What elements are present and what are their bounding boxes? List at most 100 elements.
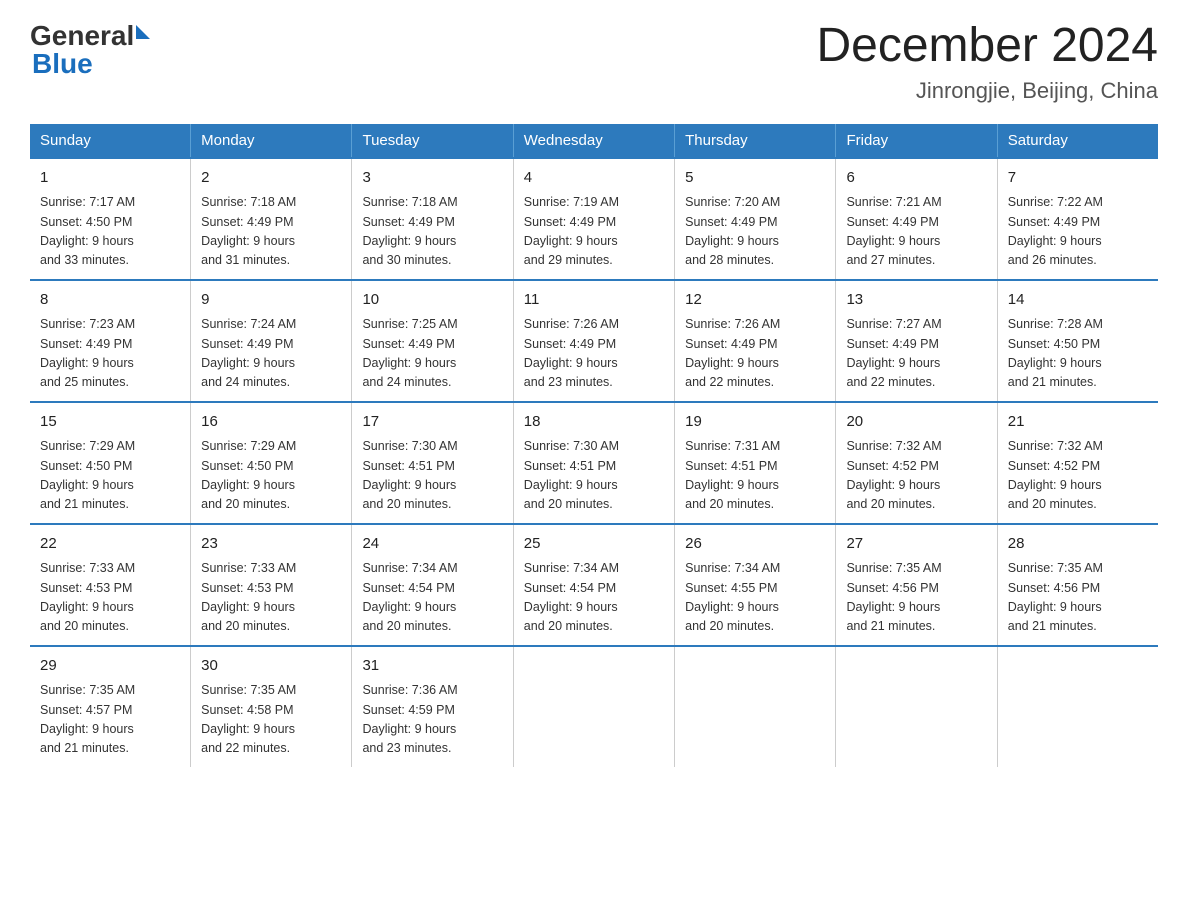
day-info: Sunrise: 7:32 AM Sunset: 4:52 PM Dayligh…	[846, 437, 986, 515]
day-number: 11	[524, 289, 664, 312]
calendar-cell: 2 Sunrise: 7:18 AM Sunset: 4:49 PM Daylig…	[191, 158, 352, 280]
day-number: 21	[1008, 411, 1148, 434]
header-friday: Friday	[836, 124, 997, 158]
calendar-cell: 22Sunrise: 7:33 AM Sunset: 4:53 PM Dayli…	[30, 524, 191, 646]
calendar-cell: 7Sunrise: 7:22 AM Sunset: 4:49 PM Daylig…	[997, 158, 1158, 280]
page-header: General Blue December 2024 Jinrongjie, B…	[30, 20, 1158, 104]
day-info: Sunrise: 7:21 AM Sunset: 4:49 PM Dayligh…	[846, 193, 986, 271]
calendar-cell: 30 Sunrise: 7:35 AM Sunset: 4:58 PM Dayli…	[191, 646, 352, 767]
day-number: 10	[362, 289, 502, 312]
day-number: 31	[362, 655, 502, 678]
day-info: Sunrise: 7:18 AM Sunset: 4:49 PM Dayligh…	[362, 193, 502, 271]
calendar-cell: 27 Sunrise: 7:35 AM Sunset: 4:56 PM Dayli…	[836, 524, 997, 646]
day-number: 18	[524, 411, 664, 434]
day-info: Sunrise: 7:27 AM Sunset: 4:49 PM Dayligh…	[846, 315, 986, 393]
day-number: 6	[846, 167, 986, 190]
day-number: 4	[524, 167, 664, 190]
day-info: Sunrise: 7:20 AM Sunset: 4:49 PM Dayligh…	[685, 193, 825, 271]
day-info: Sunrise: 7:23 AM Sunset: 4:49 PM Dayligh…	[40, 315, 180, 393]
day-number: 9	[201, 289, 341, 312]
title-area: December 2024 Jinrongjie, Beijing, China	[816, 20, 1158, 104]
day-info: Sunrise: 7:33 AM Sunset: 4:53 PM Dayligh…	[40, 559, 180, 637]
calendar-table: SundayMondayTuesdayWednesdayThursdayFrid…	[30, 124, 1158, 767]
day-info: Sunrise: 7:35 AM Sunset: 4:58 PM Dayligh…	[201, 681, 341, 759]
header-tuesday: Tuesday	[352, 124, 513, 158]
day-number: 3	[362, 167, 502, 190]
logo: General Blue	[30, 20, 150, 80]
header-sunday: Sunday	[30, 124, 191, 158]
day-number: 2	[201, 167, 341, 190]
calendar-cell: 19Sunrise: 7:31 AM Sunset: 4:51 PM Dayli…	[675, 402, 836, 524]
day-info: Sunrise: 7:29 AM Sunset: 4:50 PM Dayligh…	[40, 437, 180, 515]
day-number: 5	[685, 167, 825, 190]
day-number: 13	[846, 289, 986, 312]
day-number: 26	[685, 533, 825, 556]
calendar-cell	[836, 646, 997, 767]
calendar-cell: 20 Sunrise: 7:32 AM Sunset: 4:52 PM Dayli…	[836, 402, 997, 524]
day-info: Sunrise: 7:34 AM Sunset: 4:54 PM Dayligh…	[362, 559, 502, 637]
day-info: Sunrise: 7:35 AM Sunset: 4:56 PM Dayligh…	[846, 559, 986, 637]
day-number: 29	[40, 655, 180, 678]
day-number: 28	[1008, 533, 1148, 556]
day-info: Sunrise: 7:25 AM Sunset: 4:49 PM Dayligh…	[362, 315, 502, 393]
day-number: 8	[40, 289, 180, 312]
calendar-cell: 31 Sunrise: 7:36 AM Sunset: 4:59 PM Dayli…	[352, 646, 513, 767]
calendar-cell: 17Sunrise: 7:30 AM Sunset: 4:51 PM Dayli…	[352, 402, 513, 524]
day-number: 27	[846, 533, 986, 556]
day-info: Sunrise: 7:30 AM Sunset: 4:51 PM Dayligh…	[524, 437, 664, 515]
day-number: 30	[201, 655, 341, 678]
day-info: Sunrise: 7:26 AM Sunset: 4:49 PM Dayligh…	[685, 315, 825, 393]
calendar-header-row: SundayMondayTuesdayWednesdayThursdayFrid…	[30, 124, 1158, 158]
calendar-cell: 12Sunrise: 7:26 AM Sunset: 4:49 PM Dayli…	[675, 280, 836, 402]
calendar-subtitle: Jinrongjie, Beijing, China	[816, 78, 1158, 104]
day-number: 20	[846, 411, 986, 434]
calendar-cell: 25Sunrise: 7:34 AM Sunset: 4:54 PM Dayli…	[513, 524, 674, 646]
day-info: Sunrise: 7:35 AM Sunset: 4:57 PM Dayligh…	[40, 681, 180, 759]
calendar-cell: 11 Sunrise: 7:26 AM Sunset: 4:49 PM Dayli…	[513, 280, 674, 402]
calendar-cell: 26 Sunrise: 7:34 AM Sunset: 4:55 PM Dayli…	[675, 524, 836, 646]
day-info: Sunrise: 7:34 AM Sunset: 4:55 PM Dayligh…	[685, 559, 825, 637]
day-number: 15	[40, 411, 180, 434]
calendar-cell: 1 Sunrise: 7:17 AM Sunset: 4:50 PM Daylig…	[30, 158, 191, 280]
calendar-cell	[675, 646, 836, 767]
calendar-cell: 21 Sunrise: 7:32 AM Sunset: 4:52 PM Dayli…	[997, 402, 1158, 524]
header-wednesday: Wednesday	[513, 124, 674, 158]
calendar-cell: 14 Sunrise: 7:28 AM Sunset: 4:50 PM Dayli…	[997, 280, 1158, 402]
day-info: Sunrise: 7:18 AM Sunset: 4:49 PM Dayligh…	[201, 193, 341, 271]
day-number: 19	[685, 411, 825, 434]
day-info: Sunrise: 7:17 AM Sunset: 4:50 PM Dayligh…	[40, 193, 180, 271]
calendar-cell: 9 Sunrise: 7:24 AM Sunset: 4:49 PM Daylig…	[191, 280, 352, 402]
calendar-cell: 18 Sunrise: 7:30 AM Sunset: 4:51 PM Dayli…	[513, 402, 674, 524]
logo-text-blue: Blue	[30, 48, 150, 80]
header-thursday: Thursday	[675, 124, 836, 158]
day-info: Sunrise: 7:22 AM Sunset: 4:49 PM Dayligh…	[1008, 193, 1148, 271]
day-info: Sunrise: 7:29 AM Sunset: 4:50 PM Dayligh…	[201, 437, 341, 515]
calendar-cell: 29 Sunrise: 7:35 AM Sunset: 4:57 PM Dayli…	[30, 646, 191, 767]
calendar-cell: 16Sunrise: 7:29 AM Sunset: 4:50 PM Dayli…	[191, 402, 352, 524]
calendar-cell: 15 Sunrise: 7:29 AM Sunset: 4:50 PM Dayli…	[30, 402, 191, 524]
day-info: Sunrise: 7:32 AM Sunset: 4:52 PM Dayligh…	[1008, 437, 1148, 515]
calendar-cell: 23Sunrise: 7:33 AM Sunset: 4:53 PM Dayli…	[191, 524, 352, 646]
day-info: Sunrise: 7:19 AM Sunset: 4:49 PM Dayligh…	[524, 193, 664, 271]
calendar-week-row: 8 Sunrise: 7:23 AM Sunset: 4:49 PM Daylig…	[30, 280, 1158, 402]
calendar-week-row: 29 Sunrise: 7:35 AM Sunset: 4:57 PM Dayli…	[30, 646, 1158, 767]
calendar-cell: 8 Sunrise: 7:23 AM Sunset: 4:49 PM Daylig…	[30, 280, 191, 402]
day-info: Sunrise: 7:28 AM Sunset: 4:50 PM Dayligh…	[1008, 315, 1148, 393]
day-info: Sunrise: 7:33 AM Sunset: 4:53 PM Dayligh…	[201, 559, 341, 637]
day-info: Sunrise: 7:34 AM Sunset: 4:54 PM Dayligh…	[524, 559, 664, 637]
calendar-cell	[997, 646, 1158, 767]
header-monday: Monday	[191, 124, 352, 158]
day-number: 14	[1008, 289, 1148, 312]
day-info: Sunrise: 7:24 AM Sunset: 4:49 PM Dayligh…	[201, 315, 341, 393]
day-info: Sunrise: 7:36 AM Sunset: 4:59 PM Dayligh…	[362, 681, 502, 759]
day-info: Sunrise: 7:35 AM Sunset: 4:56 PM Dayligh…	[1008, 559, 1148, 637]
day-number: 17	[362, 411, 502, 434]
calendar-week-row: 22Sunrise: 7:33 AM Sunset: 4:53 PM Dayli…	[30, 524, 1158, 646]
calendar-cell	[513, 646, 674, 767]
calendar-week-row: 15 Sunrise: 7:29 AM Sunset: 4:50 PM Dayli…	[30, 402, 1158, 524]
calendar-cell: 6 Sunrise: 7:21 AM Sunset: 4:49 PM Daylig…	[836, 158, 997, 280]
header-saturday: Saturday	[997, 124, 1158, 158]
day-info: Sunrise: 7:26 AM Sunset: 4:49 PM Dayligh…	[524, 315, 664, 393]
calendar-cell: 3 Sunrise: 7:18 AM Sunset: 4:49 PM Daylig…	[352, 158, 513, 280]
day-number: 1	[40, 167, 180, 190]
